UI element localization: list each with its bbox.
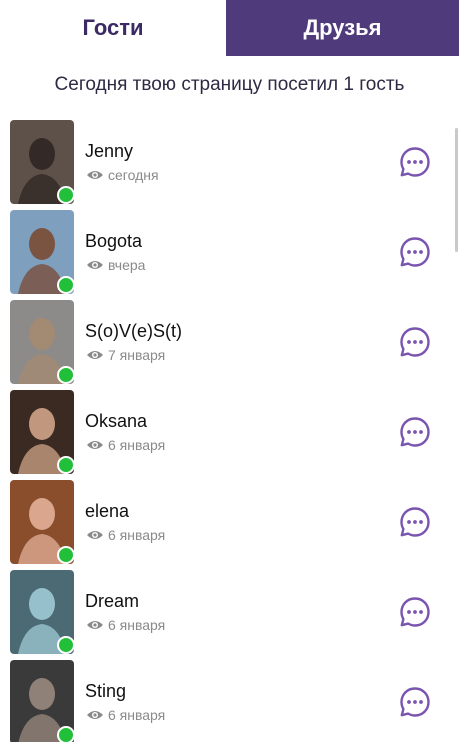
guest-row[interactable]: Oksana 6 января (0, 387, 459, 477)
tab-bar: Гости Друзья (0, 0, 459, 56)
seen-info: сегодня (86, 167, 159, 183)
guest-row[interactable]: elena 6 января (0, 477, 459, 567)
guest-name[interactable]: Dream (85, 591, 139, 612)
eye-icon (87, 711, 103, 719)
online-indicator (57, 546, 75, 564)
tab-friends[interactable]: Друзья (226, 0, 459, 56)
eye-icon (87, 261, 103, 269)
seen-info: 7 января (86, 347, 165, 363)
guest-name[interactable]: Bogota (85, 231, 142, 252)
chat-bubble-icon[interactable] (399, 236, 431, 268)
chat-bubble-icon[interactable] (399, 416, 431, 448)
eye-icon (87, 171, 103, 179)
scrollbar[interactable] (455, 128, 458, 252)
online-indicator (57, 726, 75, 742)
seen-info: вчера (86, 257, 145, 273)
seen-date: 6 января (108, 707, 166, 723)
chat-bubble-icon[interactable] (399, 686, 431, 718)
seen-date: 7 января (108, 347, 166, 363)
online-indicator (57, 276, 75, 294)
guest-row[interactable]: Bogota вчера (0, 207, 459, 297)
seen-info: 6 января (86, 617, 165, 633)
eye-icon (87, 531, 103, 539)
online-indicator (57, 456, 75, 474)
chat-bubble-icon[interactable] (399, 506, 431, 538)
seen-date: 6 января (108, 437, 166, 453)
eye-icon (87, 441, 103, 449)
online-indicator (57, 366, 75, 384)
seen-date: вчера (108, 257, 146, 273)
eye-icon (87, 621, 103, 629)
guest-name[interactable]: Jenny (85, 141, 133, 162)
seen-info: 6 января (86, 707, 165, 723)
chat-bubble-icon[interactable] (399, 596, 431, 628)
seen-date: 6 января (108, 617, 166, 633)
chat-bubble-icon[interactable] (399, 326, 431, 358)
guest-name[interactable]: S(o)V(e)S(t) (85, 321, 182, 342)
guest-row[interactable]: Jenny сегодня (0, 117, 459, 207)
guest-name[interactable]: Oksana (85, 411, 147, 432)
online-indicator (57, 636, 75, 654)
eye-icon (87, 351, 103, 359)
visits-summary: Сегодня твою страницу посетил 1 гость (54, 74, 405, 95)
guest-row[interactable]: Sting 6 января (0, 657, 459, 742)
online-indicator (57, 186, 75, 204)
guest-list: Jenny сегодня Bogota вчера S(o)V(e)S(t) … (0, 117, 459, 742)
seen-date: 6 января (108, 527, 166, 543)
seen-info: 6 января (86, 527, 165, 543)
guest-row[interactable]: Dream 6 января (0, 567, 459, 657)
guest-name[interactable]: elena (85, 501, 129, 522)
chat-bubble-icon[interactable] (399, 146, 431, 178)
tab-guests[interactable]: Гости (0, 0, 226, 56)
seen-date: сегодня (108, 167, 159, 183)
guest-name[interactable]: Sting (85, 681, 126, 702)
guest-row[interactable]: S(o)V(e)S(t) 7 января (0, 297, 459, 387)
seen-info: 6 января (86, 437, 165, 453)
